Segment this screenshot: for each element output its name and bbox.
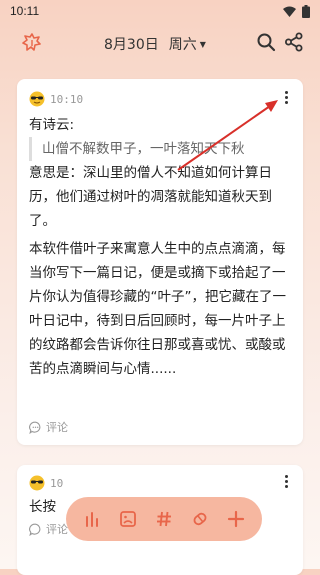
sunglasses-emoji-icon [29,91,45,107]
search-icon[interactable] [256,32,276,56]
entry-quote: 山僧不解数甲子，一叶落知天下秋 [29,137,295,161]
entry-content: 有诗云: 山僧不解数甲子，一叶落知天下秋 意思是：深山里的僧人不知道如何计算日历… [29,113,295,381]
more-vertical-icon[interactable] [285,475,289,490]
comment-button[interactable]: 评论 [29,521,68,537]
app-bar: 8月30日 周六 ▼ [0,24,320,62]
status-time: 10:11 [10,4,40,18]
entry-intro: 有诗云: [29,117,75,133]
card-meta: 10 [29,475,63,491]
entry-time: 10:10 [50,92,84,106]
comment-icon [29,421,41,434]
add-icon[interactable] [221,504,251,534]
entry-paragraph: 意思是：深山里的僧人不知道如何计算日历，他们通过树叶的凋落就能知道秋天到了。 [29,165,272,229]
diary-card[interactable]: 10:10 有诗云: 山僧不解数甲子，一叶落知天下秋 意思是：深山里的僧人不知道… [17,79,303,445]
weekday-label: 周六 [168,37,197,53]
date-label: 8月30日 [104,37,159,53]
comment-button[interactable]: 评论 [29,419,68,435]
card-meta: 10:10 [29,91,83,107]
wifi-icon [283,6,296,17]
comment-label: 评论 [46,523,68,536]
date-selector[interactable]: 8月30日 周六 ▼ [104,34,206,54]
status-bar: 10:11 [0,0,320,24]
leaf-logo-icon[interactable] [22,32,42,56]
share-icon[interactable] [284,32,304,56]
image-icon[interactable] [113,504,143,534]
floating-toolbar [66,497,262,541]
sunglasses-emoji-icon [29,475,45,491]
hashtag-icon[interactable] [149,504,179,534]
status-icons [283,5,310,18]
comment-label: 评论 [46,421,68,434]
comment-icon [29,523,41,536]
battery-icon [302,5,310,18]
stats-icon[interactable] [77,504,107,534]
eraser-icon[interactable] [185,504,215,534]
entry-content: 长按 [29,499,56,515]
more-vertical-icon[interactable] [285,91,289,106]
chevron-down-icon: ▼ [199,39,206,49]
entry-paragraph: 本软件借叶子来寓意人生中的点点滴滴，每当你写下一篇日记，便是或摘下或拾起了一片你… [29,241,286,377]
entry-time: 10 [50,476,64,490]
